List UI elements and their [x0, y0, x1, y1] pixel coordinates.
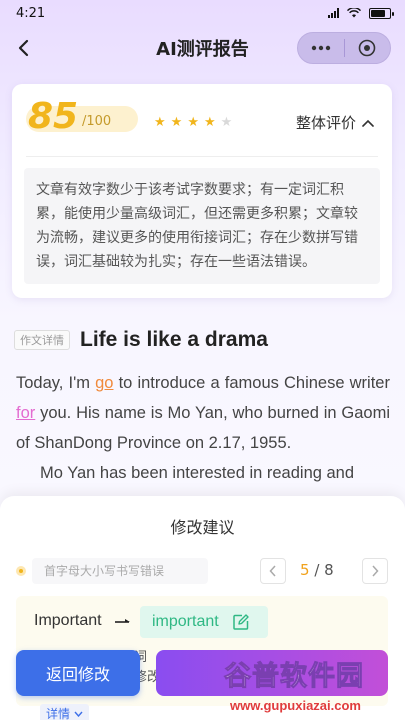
arrow-right-icon	[115, 619, 130, 623]
wrong-word: Important	[34, 612, 102, 629]
suggestion-type: 首字母大小写书写错误	[32, 558, 208, 584]
suggestion-pager: 5 / 8	[300, 561, 334, 579]
star-filled-icon: ★	[203, 115, 216, 130]
target-circle-icon	[358, 39, 376, 57]
chevron-up-icon	[362, 119, 374, 127]
more-dots-icon	[311, 45, 330, 51]
suggestion-row: 首字母大小写书写错误 5 / 8	[16, 558, 390, 584]
score-value: 85	[28, 96, 79, 137]
essay-text: you. His name is Mo Yan, who burned in G…	[16, 404, 390, 452]
star-filled-icon: ★	[187, 115, 199, 130]
chevron-right-icon	[372, 565, 379, 577]
chevron-down-icon	[74, 711, 83, 717]
essay-tag: 作文详情	[14, 330, 70, 350]
essay-text: to introduce a famous Chinese writer	[113, 374, 390, 392]
sheet-title: 修改建议	[170, 518, 235, 537]
status-icons	[328, 7, 394, 19]
status-bar: 4:21	[0, 0, 405, 26]
details-toggle[interactable]: 详情	[40, 704, 90, 720]
nav-bar: AI测评报告	[0, 30, 405, 66]
battery-icon	[369, 7, 394, 19]
score-total: /100	[82, 114, 112, 129]
essay-title: Life is like a drama	[80, 328, 268, 351]
pager-total: / 8	[314, 561, 334, 579]
essay-paragraph: Mo Yan has been interested in reading an…	[40, 464, 355, 482]
essay-text: Today, I'm	[16, 374, 96, 392]
details-label: 详情	[46, 707, 71, 720]
score-row: 85 /100 ★ ★ ★ ★ ★ 整体评价	[12, 94, 392, 140]
bullet-dot-icon	[16, 566, 26, 576]
mini-program-capsule	[297, 32, 391, 64]
more-button[interactable]	[298, 33, 344, 63]
error-word-highlight[interactable]: for	[16, 404, 35, 422]
star-filled-icon: ★	[154, 115, 166, 130]
page-title: AI测评报告	[156, 39, 249, 60]
corrected-word-text: important	[152, 613, 219, 630]
score-card: 85 /100 ★ ★ ★ ★ ★ 整体评价 文章有效字数少于该考试字数要求；有一定词汇…	[12, 84, 392, 298]
watermark-text: 谷普软件园	[224, 661, 364, 693]
card-divider	[26, 156, 378, 157]
pager-current: 5	[300, 561, 310, 579]
evaluation-text: 文章有效字数少于该考试字数要求；有一定词汇积累，能使用少量高级词汇，但还需更多积…	[24, 168, 380, 284]
watermark-url: www.gupuxiazai.com	[230, 698, 361, 713]
close-button[interactable]	[345, 33, 391, 63]
essay-paragraph: Today, I'm go to introduce a famous Chin…	[16, 368, 390, 458]
status-time: 4:21	[16, 5, 46, 21]
back-to-edit-button[interactable]: 返回修改	[16, 650, 140, 696]
prev-suggestion-button[interactable]	[260, 558, 286, 584]
star-rating: ★ ★ ★ ★ ★	[154, 116, 232, 129]
error-word-highlight[interactable]: go	[95, 374, 113, 392]
star-filled-icon: ★	[170, 115, 183, 130]
edit-icon[interactable]	[232, 614, 249, 630]
star-empty-icon: ★	[220, 115, 233, 130]
chevron-left-icon	[269, 565, 276, 577]
essay-body: Today, I'm go to introduce a famous Chin…	[16, 368, 390, 488]
back-button[interactable]	[12, 36, 36, 60]
overall-label: 整体评价	[295, 114, 356, 132]
wifi-icon	[347, 8, 361, 18]
essay-header: 作文详情 Life is like a drama	[14, 328, 268, 352]
corrected-word[interactable]: important	[140, 606, 268, 638]
overall-evaluation-toggle[interactable]: 整体评价	[296, 112, 374, 133]
chevron-left-icon	[18, 39, 29, 57]
watermark-logo: 谷普软件园 www.gupuxiazai.com	[222, 654, 402, 718]
signal-icon	[328, 8, 339, 18]
next-suggestion-button[interactable]	[362, 558, 388, 584]
